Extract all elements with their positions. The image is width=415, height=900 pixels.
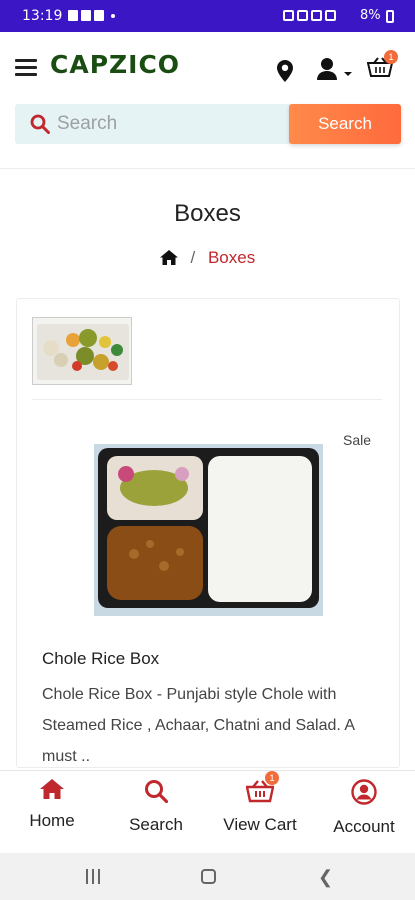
notification-icon: [81, 10, 91, 21]
home-icon[interactable]: [159, 250, 178, 270]
brand-logo[interactable]: CAPZICO: [50, 50, 180, 79]
back-icon[interactable]: ❮: [318, 867, 333, 888]
status-bar: 13:19 8%: [0, 0, 415, 32]
category-thumbnail[interactable]: [32, 317, 132, 385]
cart-icon[interactable]: 1: [366, 50, 398, 83]
system-status-icons: [283, 10, 336, 21]
notification-icon: [68, 10, 78, 21]
battery-percent: 8%: [360, 8, 381, 23]
breadcrumb-separator: /: [190, 248, 196, 267]
recents-icon[interactable]: [86, 869, 100, 884]
breadcrumb-current[interactable]: Boxes: [208, 248, 255, 267]
account-icon: [351, 779, 377, 805]
nav-view-cart-label: View Cart: [223, 815, 297, 834]
home-icon: [40, 779, 64, 799]
sale-badge: Sale: [343, 432, 372, 448]
product-description: Chole Rice Box - Punjabi style Chole wit…: [42, 686, 355, 765]
alarm-icon: [283, 10, 294, 21]
user-icon[interactable]: [317, 58, 353, 87]
notification-icons: [68, 10, 115, 21]
section-divider: [0, 168, 415, 169]
card-divider: [32, 399, 382, 400]
page-title: Boxes: [174, 200, 241, 227]
bottom-nav: Home Search 1 View Cart Account: [0, 770, 415, 853]
search-bar: Search: [15, 104, 401, 144]
product-image[interactable]: [94, 444, 323, 616]
product-name[interactable]: Chole Rice Box: [42, 649, 159, 669]
nav-home[interactable]: Home: [0, 779, 104, 831]
more-notifications-icon: [111, 14, 115, 18]
nav-account-label: Account: [333, 817, 395, 836]
search-input[interactable]: [15, 104, 291, 144]
nav-account[interactable]: Account: [312, 779, 415, 837]
search-icon: [145, 780, 168, 803]
breadcrumb: / Boxes: [0, 248, 415, 270]
search-button[interactable]: Search: [289, 104, 401, 144]
home-button-icon[interactable]: [201, 869, 216, 884]
search-icon: [30, 114, 50, 139]
cart-count-badge: 1: [384, 50, 398, 64]
wifi-icon: [297, 10, 308, 21]
cart-count-badge: 1: [265, 771, 279, 785]
status-time: 13:19: [22, 8, 63, 24]
product-card[interactable]: Sale Chole Rice Box Chole Rice Box - Pun…: [16, 298, 400, 768]
notification-icon: [94, 10, 104, 21]
battery-icon: [386, 10, 394, 23]
menu-icon[interactable]: [15, 59, 37, 77]
app-header: CAPZICO 1: [0, 32, 415, 102]
nav-search[interactable]: Search: [104, 779, 208, 835]
location-icon[interactable]: [277, 60, 293, 87]
nav-home-label: Home: [29, 811, 75, 830]
signal-icon: [311, 10, 322, 21]
signal-icon: [325, 10, 336, 21]
nav-view-cart[interactable]: 1 View Cart: [208, 771, 312, 835]
system-nav-bar: ❮: [0, 853, 415, 900]
nav-search-label: Search: [129, 815, 183, 834]
